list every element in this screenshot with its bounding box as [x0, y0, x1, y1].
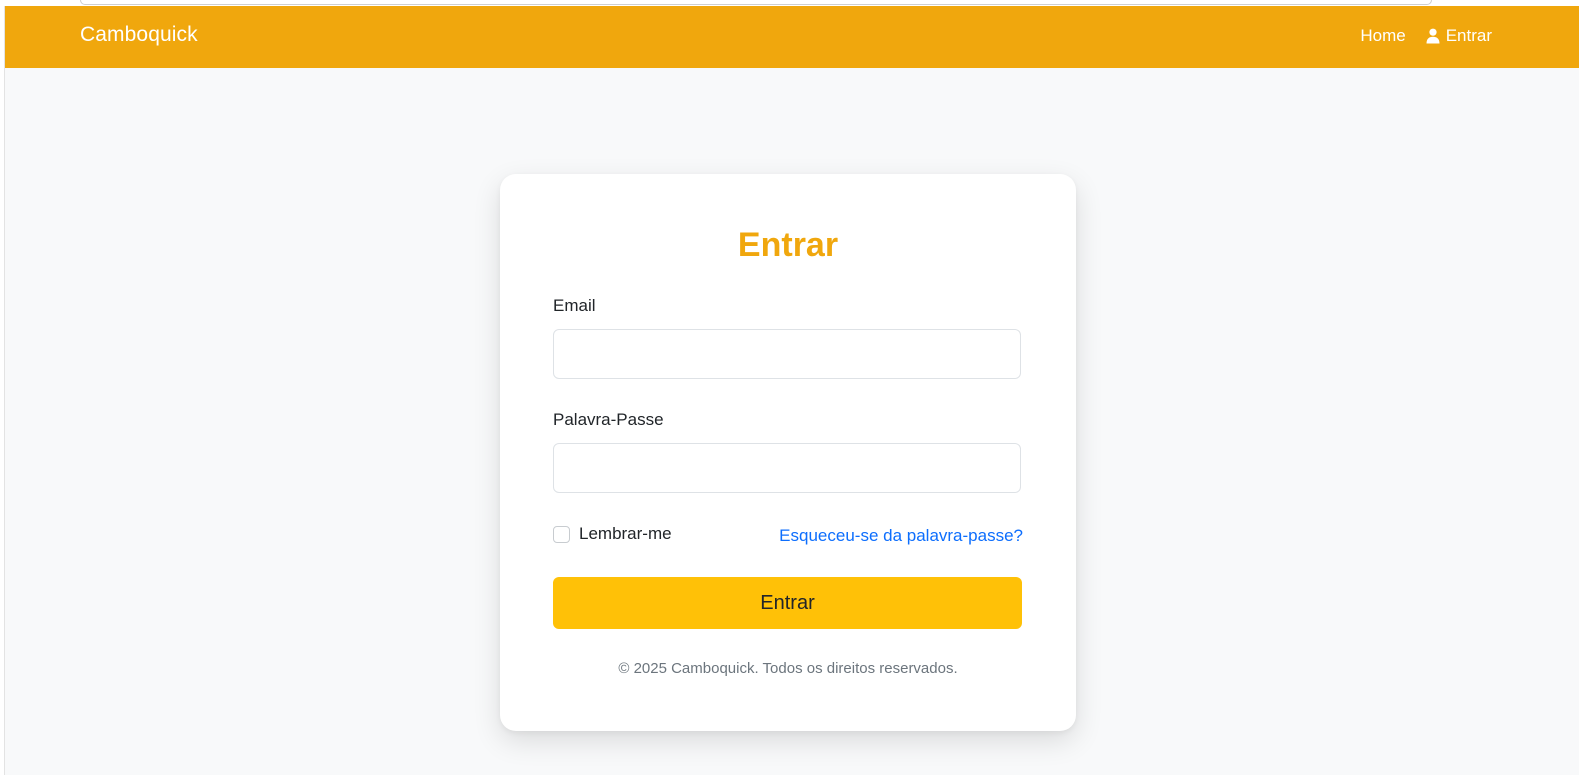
email-field[interactable]	[553, 329, 1021, 379]
navbar: Camboquick Home Entrar	[5, 6, 1579, 68]
forgot-password-link[interactable]: Esqueceu-se da palavra-passe?	[779, 526, 1023, 546]
nav-links: Home Entrar	[1360, 26, 1492, 46]
user-icon	[1426, 28, 1440, 44]
copyright-text: © 2025 Camboquick. Todos os direitos res…	[618, 660, 958, 677]
page: Camboquick Home Entrar Entrar Email Pala…	[4, 6, 1579, 775]
remember-label[interactable]: Lembrar-me	[579, 524, 672, 544]
login-card: Entrar Email Palavra-Passe Lembrar-me Es…	[500, 174, 1076, 731]
password-label: Palavra-Passe	[553, 410, 664, 429]
password-field[interactable]	[553, 443, 1021, 493]
nav-home-link[interactable]: Home	[1360, 26, 1405, 46]
remember-me: Lembrar-me	[553, 524, 672, 544]
email-label: Email	[553, 296, 596, 315]
login-submit-button[interactable]: Entrar	[553, 577, 1022, 629]
remember-checkbox[interactable]	[553, 525, 570, 543]
brand-link[interactable]: Camboquick	[80, 23, 198, 47]
login-title: Entrar	[737, 226, 839, 264]
browser-top-strip	[80, 0, 1432, 5]
nav-home-label: Home	[1360, 26, 1406, 45]
nav-login-link[interactable]: Entrar	[1426, 26, 1492, 46]
nav-login-label: Entrar	[1445, 26, 1492, 45]
